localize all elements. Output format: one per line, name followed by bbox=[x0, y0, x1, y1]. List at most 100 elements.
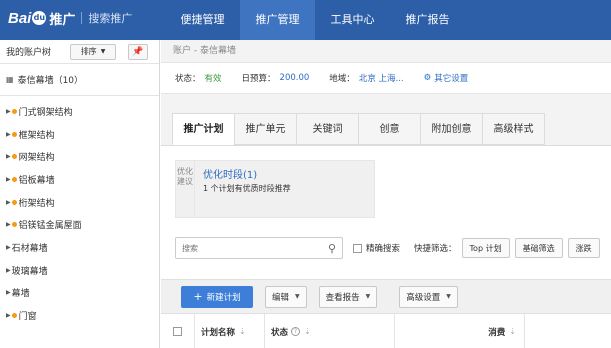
campaign-label: 玻璃幕墙 bbox=[11, 266, 48, 277]
basic-filter-button[interactable]: 基础筛选 bbox=[514, 238, 563, 258]
level-tabs: 推广计划 推广单元 关键词 创意 附加创意 高级样式 bbox=[172, 113, 545, 145]
expand-triangle-icon[interactable]: ▶ bbox=[6, 176, 11, 183]
sidebar-item-campaign[interactable]: ▶ 石材幕墙 bbox=[0, 236, 159, 259]
suggestion-label: 优化建议 bbox=[175, 160, 195, 218]
status-dot-icon bbox=[11, 199, 17, 205]
expand-triangle-icon[interactable]: ▶ bbox=[6, 108, 11, 115]
tab-campaigns[interactable]: 推广计划 bbox=[172, 113, 235, 145]
chevron-down-icon: ▼ bbox=[446, 293, 451, 300]
suggestion-desc: 1 个计划有优质时段推荐 bbox=[203, 184, 291, 193]
optimization-suggestion: 优化建议 优化时段(1) 1 个计划有优质时段推荐 bbox=[175, 160, 375, 218]
campaign-label: 幕墙 bbox=[11, 289, 30, 300]
region-value[interactable]: 北京 上海... bbox=[359, 72, 404, 84]
search-box[interactable]: ⚲ bbox=[175, 237, 343, 259]
sidebar-item-campaign[interactable]: ▶ 网架结构 bbox=[0, 145, 159, 168]
sort-dropdown[interactable]: 排序 ▼ bbox=[70, 43, 116, 60]
status-dot-icon bbox=[11, 108, 17, 114]
trend-filter-button[interactable]: 涨跌 bbox=[567, 238, 600, 258]
expand-triangle-icon[interactable]: ▶ bbox=[6, 131, 11, 138]
nav-item-promotion-manage[interactable]: 推广管理 bbox=[240, 0, 315, 40]
sidebar-item-campaign[interactable]: ▶ 铝板幕墙 bbox=[0, 168, 159, 191]
chevron-down-icon: ▼ bbox=[295, 293, 300, 300]
nav-item-tool-center[interactable]: 工具中心 bbox=[315, 0, 390, 40]
tab-keywords[interactable]: 关键词 bbox=[296, 113, 359, 145]
tab-ad-groups[interactable]: 推广单元 bbox=[234, 113, 297, 145]
baidu-logo[interactable]: Bai du 推广 搜索推广 bbox=[8, 8, 132, 28]
campaign-label: 框架结构 bbox=[18, 130, 55, 141]
status-dot-icon bbox=[11, 131, 17, 137]
expand-triangle-icon[interactable]: ▶ bbox=[6, 199, 11, 206]
view-report-dropdown[interactable]: 查看报告 ▼ bbox=[318, 285, 378, 308]
checkbox-icon[interactable] bbox=[353, 243, 362, 253]
view-report-label: 查看报告 bbox=[325, 292, 360, 303]
account-tree-sidebar: 我的账户树 排序 ▼ 📌 ▦ 泰信幕墙（10） ▶ 门式钢架结构 ▶ 框架结构 ▶ 网… bbox=[0, 40, 160, 348]
edit-dropdown[interactable]: 编辑 ▼ bbox=[265, 285, 307, 308]
account-info-bar: 状态： 有效 日预算： 200.00 地域： 北京 上海... ⚙ 其它设置 bbox=[161, 62, 611, 94]
tab-creatives[interactable]: 创意 bbox=[358, 113, 421, 145]
edit-label: 编辑 bbox=[272, 292, 290, 303]
search-input[interactable] bbox=[182, 243, 328, 253]
search-icon[interactable]: ⚲ bbox=[328, 242, 336, 255]
campaign-list: ▶ 门式钢架结构 ▶ 框架结构 ▶ 网架结构 ▶ 铝板幕墙 ▶ 桁架结构 ▶ 铝镁锰金属屋面… bbox=[0, 96, 159, 327]
grid-icon: ▦ bbox=[6, 75, 14, 84]
budget-value[interactable]: 200.00 bbox=[280, 73, 310, 83]
quick-filter-label: 快捷筛选： bbox=[414, 244, 457, 254]
status-dot-icon bbox=[11, 222, 17, 228]
exact-search-checkbox[interactable]: 精确搜索 bbox=[353, 242, 400, 254]
campaign-label: 铝板幕墙 bbox=[18, 175, 55, 186]
column-plan-name[interactable]: 计划名称 ⇣ bbox=[195, 313, 265, 348]
new-plan-button[interactable]: + 新建计划 bbox=[181, 285, 253, 308]
expand-triangle-icon[interactable]: ▶ bbox=[6, 153, 11, 160]
column-cost[interactable]: 消费 ⇣ bbox=[395, 313, 525, 348]
status-dot-icon bbox=[11, 313, 17, 319]
expand-triangle-icon[interactable]: ▶ bbox=[6, 221, 11, 228]
pin-button[interactable]: 📌 bbox=[128, 43, 148, 60]
column-extra bbox=[525, 314, 611, 348]
top-plan-button[interactable]: Top 计划 bbox=[461, 238, 510, 258]
chevron-down-icon: ▼ bbox=[100, 48, 106, 55]
breadcrumb: 账户 - 泰信幕墙 bbox=[161, 40, 611, 62]
sidebar-item-campaign[interactable]: ▶ 框架结构 bbox=[0, 123, 159, 146]
region-label: 地域： bbox=[329, 74, 355, 84]
sort-arrow-icon[interactable]: ⇣ bbox=[239, 327, 246, 336]
nav-item-quick-manage[interactable]: 便捷管理 bbox=[165, 0, 240, 40]
budget-label: 日预算： bbox=[241, 74, 276, 84]
sidebar-item-campaign[interactable]: ▶ 玻璃幕墙 bbox=[0, 259, 159, 282]
tab-extensions[interactable]: 附加创意 bbox=[420, 113, 483, 145]
help-icon[interactable]: ? bbox=[291, 327, 301, 336]
column-status[interactable]: 状态 ? ⇣ bbox=[265, 313, 395, 348]
campaign-label: 桁架结构 bbox=[18, 198, 55, 209]
expand-triangle-icon[interactable]: ▶ bbox=[6, 312, 11, 319]
top-navbar: Bai du 推广 搜索推广 便捷管理 推广管理 工具中心 推广报告 bbox=[0, 0, 611, 40]
sidebar-item-campaign[interactable]: ▶ 桁架结构 bbox=[0, 191, 159, 214]
main-nav: 便捷管理 推广管理 工具中心 推广报告 bbox=[165, 0, 465, 40]
select-all-checkbox[interactable] bbox=[173, 327, 182, 336]
sort-arrow-icon[interactable]: ⇣ bbox=[509, 327, 516, 336]
sort-label: 排序 bbox=[80, 47, 97, 56]
sidebar-item-campaign[interactable]: ▶ 门窗 bbox=[0, 304, 159, 327]
gear-icon[interactable]: ⚙ bbox=[424, 73, 432, 83]
chevron-down-icon: ▼ bbox=[365, 293, 371, 300]
suggestion-title[interactable]: 优化时段(1) bbox=[203, 166, 366, 181]
advanced-settings-dropdown[interactable]: 高级设置 ▼ bbox=[399, 285, 458, 308]
sidebar-item-campaign[interactable]: ▶ 铝镁锰金属屋面 bbox=[0, 213, 159, 236]
logo-text: Bai bbox=[8, 9, 32, 27]
nav-item-promotion-report[interactable]: 推广报告 bbox=[390, 0, 465, 40]
expand-triangle-icon[interactable]: ▶ bbox=[6, 244, 11, 251]
sidebar-account-root[interactable]: ▦ 泰信幕墙（10） bbox=[0, 64, 159, 96]
new-plan-label: 新建计划 bbox=[206, 292, 241, 303]
suggestion-card[interactable]: 优化时段(1) 1 个计划有优质时段推荐 bbox=[195, 160, 375, 218]
status-dot-icon bbox=[11, 176, 17, 182]
tab-advanced-styles[interactable]: 高级样式 bbox=[482, 113, 545, 145]
other-settings-link[interactable]: 其它设置 bbox=[434, 72, 468, 84]
campaign-label: 网架结构 bbox=[18, 153, 55, 164]
expand-triangle-icon[interactable]: ▶ bbox=[6, 267, 11, 274]
paw-icon: du bbox=[32, 11, 47, 25]
campaign-label: 石材幕墙 bbox=[11, 243, 48, 254]
campaign-label: 门式钢架结构 bbox=[18, 107, 73, 118]
sort-arrow-icon[interactable]: ⇣ bbox=[304, 327, 311, 336]
sidebar-item-campaign[interactable]: ▶ 门式钢架结构 bbox=[0, 100, 159, 123]
sidebar-item-campaign[interactable]: ▶ 幕墙 bbox=[0, 282, 159, 305]
exact-search-label: 精确搜索 bbox=[366, 244, 401, 254]
expand-triangle-icon[interactable]: ▶ bbox=[6, 289, 11, 296]
